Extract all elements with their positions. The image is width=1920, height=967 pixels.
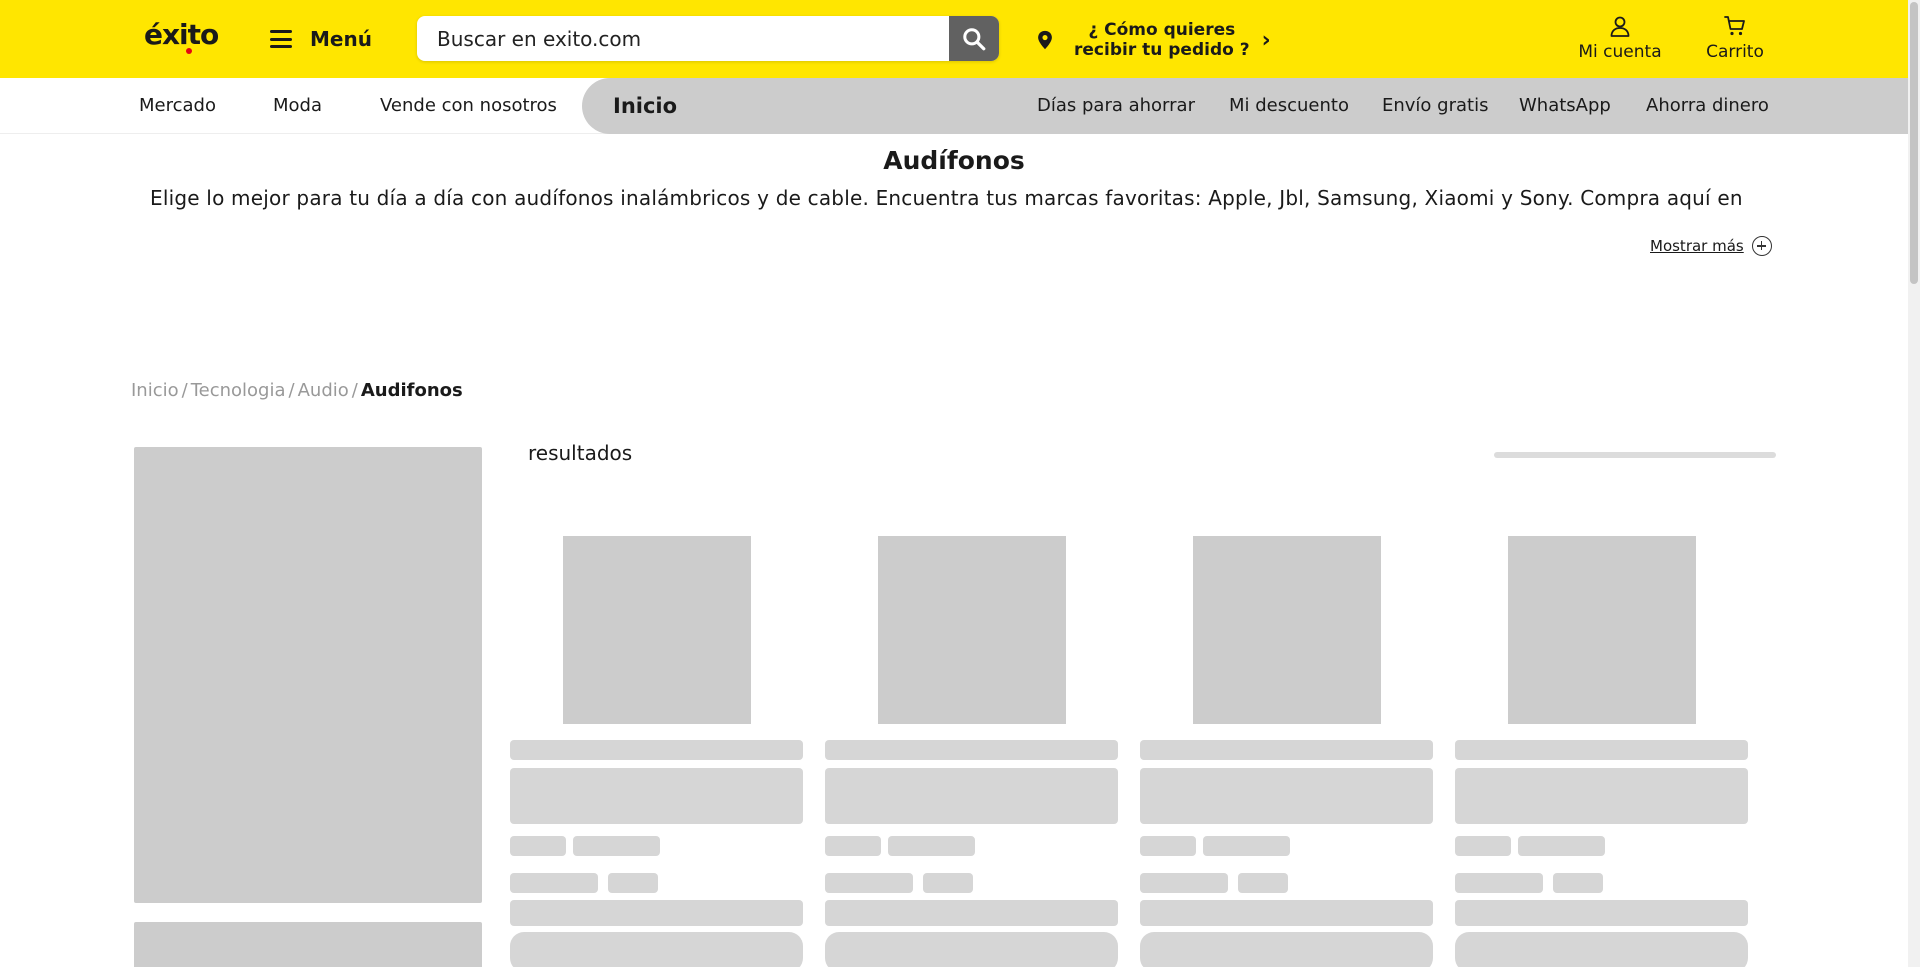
skeleton-line	[608, 873, 658, 893]
skeleton-line	[1140, 740, 1433, 760]
page-title: Audífonos	[883, 146, 1025, 175]
skeleton-line	[923, 873, 973, 893]
product-image-skeleton	[1508, 536, 1696, 724]
search-input[interactable]	[417, 16, 949, 61]
nav-item-inicio[interactable]: Inicio	[613, 78, 677, 134]
skeleton-button	[825, 932, 1118, 967]
user-icon	[1610, 16, 1630, 37]
nav-item-moda[interactable]: Moda	[273, 78, 322, 134]
breadcrumb-separator: /	[288, 380, 295, 401]
skeleton-line	[573, 836, 660, 856]
breadcrumb-separator: /	[351, 380, 358, 401]
nav-item-mercado[interactable]: Mercado	[139, 78, 216, 134]
account-label: Mi cuenta	[1578, 42, 1662, 62]
skeleton-line	[1455, 740, 1748, 760]
chevron-right-icon: ›	[1261, 27, 1271, 53]
skeleton-button	[510, 932, 803, 967]
skeleton-line	[825, 873, 913, 893]
hamburger-icon	[270, 30, 292, 48]
skeleton-block	[825, 768, 1118, 824]
delivery-text: ¿ Cómo quieres recibir tu pedido ?	[1074, 20, 1250, 60]
nav-item-envio-gratis[interactable]: Envío gratis	[1382, 78, 1488, 134]
breadcrumb-current: Audifonos	[360, 380, 463, 401]
skeleton-line	[1455, 900, 1748, 926]
skeleton-line	[1140, 900, 1433, 926]
skeleton-line	[1518, 836, 1605, 856]
product-card-skeleton	[1455, 536, 1749, 967]
skeleton-line	[1140, 836, 1196, 856]
location-pin-icon	[1038, 30, 1052, 50]
product-image-skeleton	[1193, 536, 1381, 724]
skeleton-block	[1455, 768, 1748, 824]
skeleton-line	[1455, 836, 1511, 856]
menu-label: Menú	[310, 27, 372, 51]
skeleton-line	[510, 836, 566, 856]
filters-skeleton-secondary	[134, 922, 482, 967]
category-description: Elige lo mejor para tu día a día con aud…	[150, 186, 1743, 210]
show-more-button[interactable]: Mostrar más	[1650, 236, 1772, 256]
cart-label: Carrito	[1706, 42, 1764, 62]
skeleton-line	[1553, 873, 1603, 893]
nav-item-vende[interactable]: Vende con nosotros	[380, 78, 557, 134]
skeleton-line	[888, 836, 975, 856]
logo-dot	[186, 48, 192, 54]
plus-circle-icon	[1751, 236, 1772, 256]
skeleton-button	[1455, 932, 1748, 967]
search-bar	[417, 16, 999, 61]
cart-button[interactable]: Carrito	[1700, 14, 1770, 62]
skeleton-line	[510, 740, 803, 760]
show-more-label: Mostrar más	[1650, 237, 1744, 255]
skeleton-block	[510, 768, 803, 824]
breadcrumb-separator: /	[181, 380, 188, 401]
nav-item-dias-para-ahorrar[interactable]: Días para ahorrar	[1037, 78, 1195, 134]
product-card-skeleton	[825, 536, 1119, 967]
skeleton-line	[1238, 873, 1288, 893]
scrollbar-thumb[interactable]	[1910, 2, 1918, 284]
nav-item-ahorra-dinero[interactable]: Ahorra dinero	[1646, 78, 1769, 134]
breadcrumb-inicio[interactable]: Inicio	[131, 380, 179, 401]
menu-button[interactable]: Menú	[270, 24, 372, 54]
skeleton-line	[1455, 873, 1543, 893]
results-count-label: resultados	[528, 441, 633, 465]
filters-skeleton	[134, 447, 482, 903]
search-button[interactable]	[949, 16, 999, 61]
delivery-location-button[interactable]: ¿ Cómo quieres recibir tu pedido ? ›	[1034, 18, 1271, 62]
skeleton-line	[825, 836, 881, 856]
delivery-line-2: recibir tu pedido ?	[1074, 40, 1250, 60]
delivery-line-1: ¿ Cómo quieres	[1088, 20, 1236, 40]
skeleton-line	[1203, 836, 1290, 856]
nav-item-whatsapp[interactable]: WhatsApp	[1519, 78, 1611, 134]
skeleton-button	[1140, 932, 1433, 967]
skeleton-line	[825, 740, 1118, 760]
secondary-nav: Mercado Moda Vende con nosotros Inicio D…	[0, 78, 1908, 134]
product-image-skeleton	[563, 536, 751, 724]
skeleton-block	[1140, 768, 1433, 824]
skeleton-line	[510, 900, 803, 926]
my-account-button[interactable]: Mi cuenta	[1574, 14, 1666, 62]
product-card-skeleton	[1140, 536, 1434, 967]
product-image-skeleton	[878, 536, 1066, 724]
product-card-skeleton	[510, 536, 804, 967]
nav-item-mi-descuento[interactable]: Mi descuento	[1229, 78, 1349, 134]
skeleton-line	[825, 900, 1118, 926]
cart-icon	[1724, 16, 1745, 36]
breadcrumb: Inicio / Tecnologia / Audio / Audifonos	[131, 380, 463, 401]
sort-skeleton	[1494, 452, 1776, 458]
skeleton-line	[1140, 873, 1228, 893]
top-header: éxito Menú ¿ Cómo quieres recibir tu ped…	[0, 0, 1908, 78]
skeleton-line	[510, 873, 598, 893]
breadcrumb-audio[interactable]: Audio	[298, 380, 349, 401]
search-icon	[963, 27, 986, 50]
exito-logo[interactable]: éxito	[144, 18, 219, 54]
breadcrumb-tecnologia[interactable]: Tecnologia	[191, 380, 286, 401]
logo-text: éxito	[144, 18, 219, 51]
